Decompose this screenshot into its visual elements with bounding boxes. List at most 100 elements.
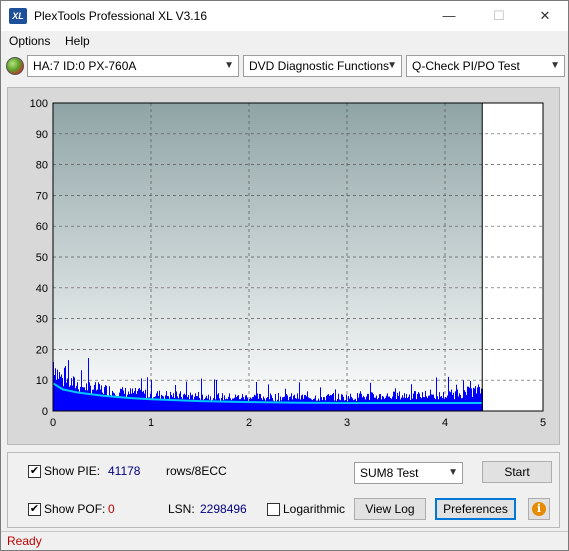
pie-bar xyxy=(263,396,264,411)
pie-bar xyxy=(314,398,315,411)
pie-bar xyxy=(412,398,413,411)
pie-bar xyxy=(206,395,207,411)
pie-bar xyxy=(152,398,153,411)
start-button-label: Start xyxy=(504,465,530,479)
pie-bar xyxy=(59,372,60,411)
menu-options-label: Options xyxy=(9,34,51,48)
pie-bar xyxy=(421,398,422,411)
pie-bar xyxy=(142,391,143,411)
pie-bar xyxy=(133,392,134,411)
pie-bar xyxy=(395,388,396,411)
pie-bar xyxy=(384,398,385,411)
show-pie-label: Show PIE: xyxy=(44,464,101,478)
pie-bar xyxy=(131,393,132,411)
drive-status-icon xyxy=(6,57,24,75)
pie-bar xyxy=(145,389,146,411)
pie-bar xyxy=(232,398,233,411)
pie-bar xyxy=(128,391,129,411)
pie-bar xyxy=(449,391,450,411)
pie-bar xyxy=(217,394,218,411)
y-tick-label: 90 xyxy=(36,129,48,141)
maximize-button[interactable]: ☐ xyxy=(476,1,522,31)
pie-bar xyxy=(168,396,169,411)
start-button[interactable]: Start xyxy=(482,461,552,483)
pie-bar xyxy=(456,384,457,411)
pie-bar xyxy=(296,398,297,411)
pie-bar xyxy=(457,389,458,411)
pie-bar xyxy=(289,397,290,411)
pie-bar xyxy=(256,381,257,411)
y-tick-label: 100 xyxy=(30,98,48,110)
pie-bar xyxy=(461,398,462,411)
pie-bar xyxy=(365,399,366,411)
function-select[interactable]: DVD Diagnostic Functions ▼ xyxy=(243,55,402,77)
pie-bar xyxy=(106,385,107,411)
pie-bar xyxy=(470,380,471,411)
preferences-button[interactable]: Preferences xyxy=(435,498,516,520)
test-select[interactable]: Q-Check PI/PO Test ▼ xyxy=(406,55,565,77)
pie-bar xyxy=(122,387,123,411)
pie-bar xyxy=(214,379,215,411)
info-button[interactable]: i xyxy=(528,498,550,520)
pie-bar xyxy=(228,396,229,411)
pie-bar xyxy=(194,396,195,411)
show-pie-checkbox[interactable]: ✔ xyxy=(28,465,41,478)
pie-bar xyxy=(252,397,253,411)
pie-bar xyxy=(339,399,340,411)
chevron-down-icon: ▼ xyxy=(448,467,458,478)
pie-bar xyxy=(266,398,267,411)
pie-bar xyxy=(371,392,372,411)
pie-bar xyxy=(97,389,98,411)
pie-bar xyxy=(403,397,404,411)
plot-background xyxy=(53,103,483,411)
minimize-button[interactable]: — xyxy=(426,1,472,31)
pie-bar xyxy=(234,397,235,411)
pie-bar xyxy=(147,377,148,411)
chart-panel: 0 10 20 30 40 50 60 70 80 90 100 0 1 2 3 4 5 xyxy=(7,87,560,445)
pie-bar xyxy=(94,384,95,411)
function-select-value: DVD Diagnostic Functions xyxy=(249,59,390,73)
x-tick-label: 5 xyxy=(540,417,546,429)
show-pof-label: Show POF: xyxy=(44,502,106,516)
pie-bar xyxy=(416,399,417,411)
drive-select[interactable]: HA:7 ID:0 PX-760A ▼ xyxy=(27,55,239,77)
pie-bar xyxy=(284,396,285,411)
pie-bar xyxy=(60,376,61,411)
pie-bar xyxy=(136,394,137,411)
sum-test-select[interactable]: SUM8 Test ▼ xyxy=(354,462,463,484)
pie-bar xyxy=(71,378,72,411)
show-pof-checkbox[interactable]: ✔ xyxy=(28,503,41,516)
pie-bar xyxy=(269,399,270,411)
pie-bar xyxy=(221,398,222,411)
pie-bar xyxy=(261,398,262,411)
status-text: Ready xyxy=(7,534,42,548)
lsn-value: 2298496 xyxy=(200,502,247,516)
pie-bar xyxy=(119,392,120,411)
app-icon: XL xyxy=(9,8,27,24)
pie-bar xyxy=(67,378,68,411)
menu-help[interactable]: Help xyxy=(65,34,90,48)
pie-bar xyxy=(162,395,163,411)
menu-options[interactable]: Options xyxy=(9,34,50,48)
pie-bar xyxy=(267,396,268,411)
pie-bar xyxy=(355,398,356,411)
status-bar: Ready xyxy=(1,531,568,550)
pie-bar xyxy=(308,397,309,411)
pie-bar xyxy=(396,399,397,411)
pie-bar xyxy=(159,390,160,411)
pie-bar xyxy=(202,394,203,411)
pie-bar xyxy=(195,393,196,411)
pie-bar xyxy=(385,397,386,411)
pie-bar xyxy=(117,396,118,411)
pie-bar xyxy=(310,398,311,411)
pie-bar xyxy=(454,399,455,411)
y-tick-label: 10 xyxy=(36,375,48,387)
pie-bar xyxy=(104,387,105,411)
pie-bar xyxy=(157,391,158,411)
logarithmic-checkbox[interactable] xyxy=(267,503,280,516)
close-button[interactable]: ✕ xyxy=(522,1,568,31)
chevron-down-icon: ▼ xyxy=(224,60,234,71)
pie-bar xyxy=(479,386,480,411)
pie-bar xyxy=(313,399,314,411)
view-log-button[interactable]: View Log xyxy=(354,498,426,520)
